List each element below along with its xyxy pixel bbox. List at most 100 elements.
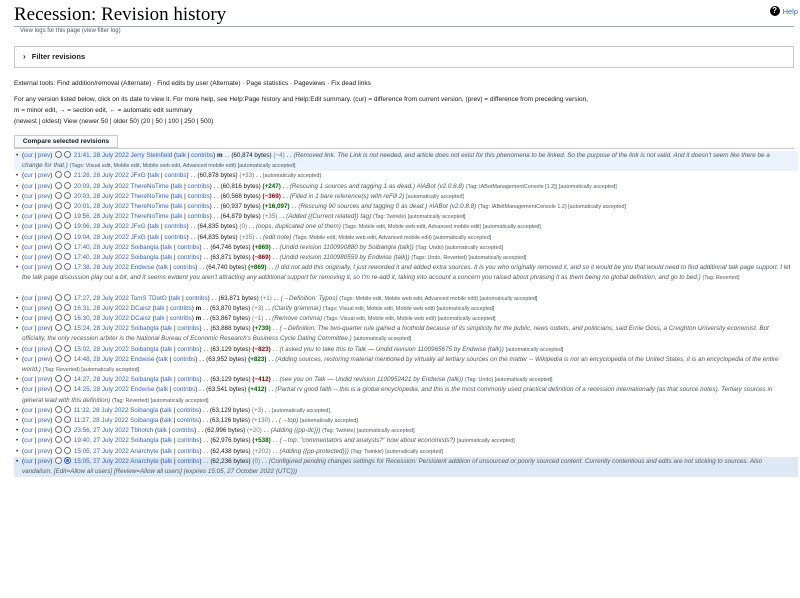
new-radio[interactable] <box>64 324 72 332</box>
user-link[interactable]: Endwise <box>131 386 155 393</box>
user-contribs-link[interactable]: contribs <box>177 376 199 383</box>
user-contribs-link[interactable]: contribs <box>170 315 192 322</box>
prev-diff-link[interactable]: prev <box>38 356 50 363</box>
user-contribs-link[interactable]: contribs <box>172 427 194 434</box>
old-radio[interactable] <box>55 324 63 332</box>
user-link[interactable]: ThereNoTime <box>130 183 168 190</box>
prev-diff-link[interactable]: prev <box>38 315 50 322</box>
new-radio[interactable] <box>64 314 72 322</box>
user-contribs-link[interactable]: contribs <box>188 213 210 220</box>
revision-date-link[interactable]: 15:24, 28 July 2022 <box>74 325 129 332</box>
user-talk-link[interactable]: talk <box>162 325 172 332</box>
prev-diff-link[interactable]: prev <box>38 448 50 455</box>
cur-diff-link[interactable]: cur <box>24 325 33 332</box>
old-radio[interactable] <box>55 415 63 423</box>
user-contribs-link[interactable]: contribs <box>173 356 195 363</box>
new-radio[interactable] <box>64 415 72 423</box>
old-radio[interactable] <box>55 151 63 158</box>
old-radio[interactable] <box>55 242 63 250</box>
old-radio[interactable] <box>55 232 63 240</box>
prev-diff-link[interactable]: prev <box>38 427 50 434</box>
new-radio[interactable] <box>64 181 72 189</box>
cur-diff-link[interactable]: cur <box>24 152 33 159</box>
user-contribs-link[interactable]: contribs <box>177 407 199 414</box>
pagination-nav[interactable]: (newest | oldest) View (newer 50 | older… <box>14 118 213 125</box>
user-link[interactable]: TomS TDotO <box>130 295 166 302</box>
new-radio[interactable] <box>64 263 72 271</box>
new-radio[interactable] <box>64 375 72 383</box>
user-link[interactable]: Soibangla <box>130 417 158 424</box>
user-talk-link[interactable]: talk <box>158 356 168 363</box>
revision-date-link[interactable]: 20:01, 28 July 2022 <box>74 203 129 210</box>
new-radio[interactable] <box>64 405 72 413</box>
new-radio[interactable] <box>64 456 72 464</box>
user-talk-link[interactable]: talk <box>162 407 172 414</box>
user-contribs-link[interactable]: contribs <box>177 346 199 353</box>
cur-diff-link[interactable]: cur <box>24 458 33 465</box>
revision-date-link[interactable]: 19:40, 27 July 2022 <box>74 437 129 444</box>
user-talk-link[interactable]: talk <box>162 254 172 261</box>
new-radio[interactable] <box>64 303 72 311</box>
prev-diff-link[interactable]: prev <box>38 346 50 353</box>
cur-diff-link[interactable]: cur <box>24 315 33 322</box>
user-contribs-link[interactable]: contribs <box>173 264 195 271</box>
new-radio[interactable] <box>64 222 72 230</box>
old-radio[interactable] <box>55 303 63 311</box>
old-radio[interactable] <box>55 446 63 454</box>
cur-diff-link[interactable]: cur <box>24 234 33 241</box>
old-radio[interactable] <box>55 314 63 322</box>
new-radio[interactable] <box>64 252 72 260</box>
old-radio[interactable] <box>55 385 63 393</box>
user-link[interactable]: JFxG <box>131 234 146 241</box>
prev-diff-link[interactable]: prev <box>38 264 50 271</box>
user-talk-link[interactable]: talk <box>149 223 159 230</box>
revision-date-link[interactable]: 15:05, 27 July 2022 <box>74 458 129 465</box>
user-link[interactable]: JFxG <box>131 172 146 179</box>
old-radio[interactable] <box>55 222 63 230</box>
user-link[interactable]: Soibangla <box>131 244 159 251</box>
cur-diff-link[interactable]: cur <box>24 305 33 312</box>
old-radio[interactable] <box>55 171 63 179</box>
user-link[interactable]: ThereNoTime <box>130 213 168 220</box>
prev-diff-link[interactable]: prev <box>38 417 50 424</box>
revision-date-link[interactable]: 19:04, 28 July 2022 <box>74 234 129 241</box>
cur-diff-link[interactable]: cur <box>24 223 33 230</box>
old-radio[interactable] <box>55 354 63 362</box>
user-link[interactable]: Anarchyte <box>130 448 158 455</box>
user-link[interactable]: Soibangla <box>131 325 159 332</box>
user-talk-link[interactable]: talk <box>173 193 183 200</box>
user-link[interactable]: Soibangla <box>130 407 158 414</box>
old-radio[interactable] <box>55 263 63 271</box>
user-link[interactable]: Jerry Steinfield <box>131 152 173 159</box>
new-radio[interactable] <box>64 344 72 352</box>
revision-date-link[interactable]: 17:38, 28 July 2022 <box>74 264 129 271</box>
new-radio[interactable] <box>64 385 72 393</box>
revision-date-link[interactable]: 14:27, 28 July 2022 <box>74 376 129 383</box>
cur-diff-link[interactable]: cur <box>24 295 33 302</box>
user-talk-link[interactable]: talk <box>176 152 186 159</box>
cur-diff-link[interactable]: cur <box>24 254 33 261</box>
user-talk-link[interactable]: talk <box>162 458 172 465</box>
new-radio[interactable] <box>64 446 72 454</box>
old-radio[interactable] <box>55 344 63 352</box>
user-link[interactable]: ThereNoTime <box>130 193 168 200</box>
page-subtitle-links[interactable]: View logs for this page (view filter log… <box>20 28 121 34</box>
user-link[interactable]: Tbhotch <box>130 427 153 434</box>
prev-diff-link[interactable]: prev <box>38 172 50 179</box>
cur-diff-link[interactable]: cur <box>24 417 33 424</box>
cur-diff-link[interactable]: cur <box>24 244 33 251</box>
revision-date-link[interactable]: 14:48, 28 July 2022 <box>74 356 129 363</box>
prev-diff-link[interactable]: prev <box>38 203 50 210</box>
new-radio[interactable] <box>64 354 72 362</box>
user-talk-link[interactable]: talk <box>158 386 168 393</box>
cur-diff-link[interactable]: cur <box>24 203 33 210</box>
cur-diff-link[interactable]: cur <box>24 346 33 353</box>
new-radio[interactable] <box>64 151 72 158</box>
prev-diff-link[interactable]: prev <box>38 376 50 383</box>
user-talk-link[interactable]: talk <box>173 213 183 220</box>
user-contribs-link[interactable]: contribs <box>177 244 199 251</box>
user-talk-link[interactable]: talk <box>171 295 181 302</box>
prev-diff-link[interactable]: prev <box>38 244 50 251</box>
cur-diff-link[interactable]: cur <box>24 448 33 455</box>
prev-diff-link[interactable]: prev <box>38 325 50 332</box>
